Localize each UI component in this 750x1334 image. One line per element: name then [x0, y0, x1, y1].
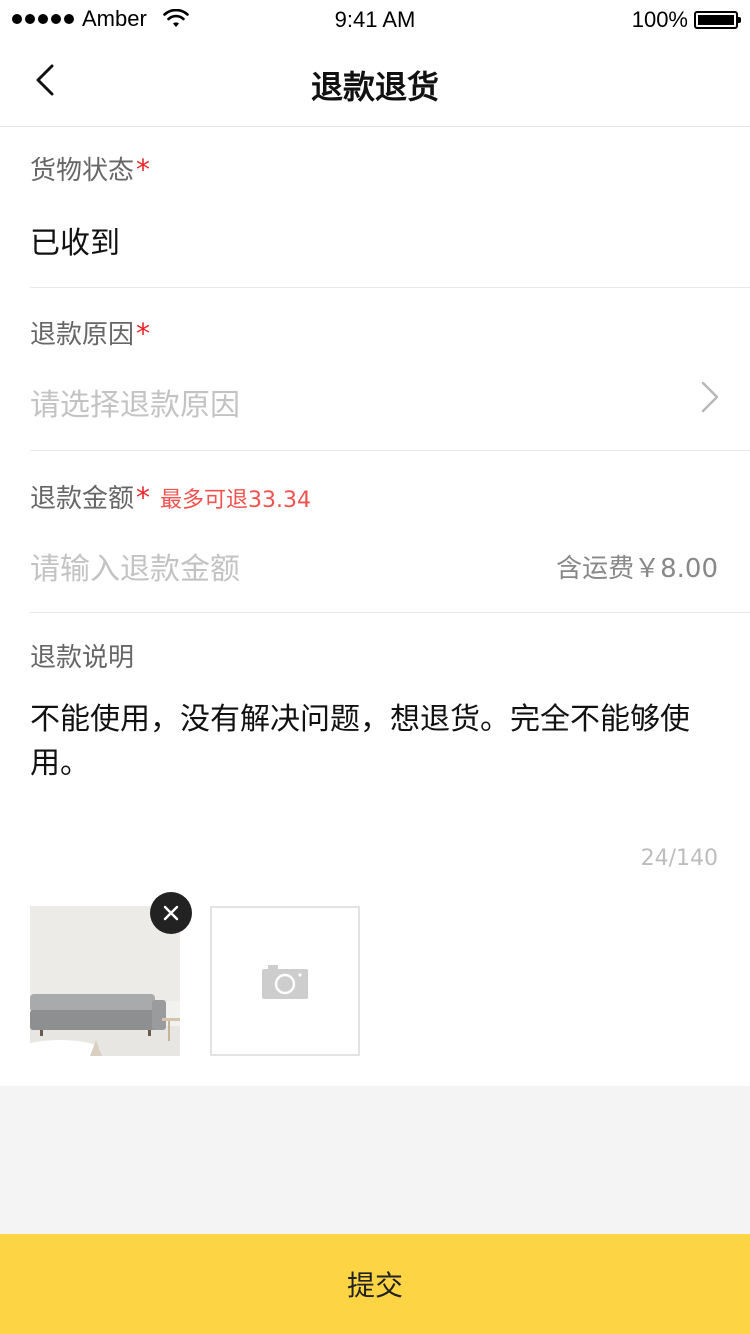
goods-status-label-row: 货物状态*	[30, 150, 750, 187]
add-photo-button[interactable]	[210, 906, 360, 1056]
goods-status-label: 货物状态	[30, 156, 135, 186]
page-title: 退款退货	[310, 68, 439, 106]
char-counter: 24/140	[640, 846, 718, 871]
required-mark: *	[136, 153, 151, 186]
status-right: 100%	[631, 7, 741, 33]
goods-status-value-row[interactable]: 已收到	[30, 218, 750, 262]
refund-explanation-label-row: 退款说明	[30, 637, 750, 674]
required-mark: *	[136, 481, 151, 514]
nav-bar: 退款退货	[0, 40, 750, 127]
refund-explanation-text[interactable]: 不能使用，没有解决问题，想退货。完全不能够使用。	[30, 698, 720, 786]
refund-amount-placeholder[interactable]: 请输入退款金额	[30, 552, 240, 587]
status-bar: Amber 9:41 AM 100%	[0, 0, 750, 40]
refund-explanation-textarea[interactable]: 不能使用，没有解决问题，想退货。完全不能够使用。	[30, 698, 750, 786]
bottom-spacer	[0, 1086, 750, 1234]
refund-amount-label-row: 退款金额* 最多可退33.34	[30, 478, 750, 515]
refund-amount-label: 退款金额	[30, 484, 135, 514]
battery-icon	[694, 11, 741, 29]
max-refund-hint: 最多可退33.34	[160, 488, 311, 513]
refund-reason-label: 退款原因	[30, 320, 135, 350]
divider	[30, 612, 750, 613]
close-icon	[163, 905, 179, 921]
refund-reason-select[interactable]: 请选择退款原因	[30, 380, 750, 423]
refund-reason-placeholder: 请选择退款原因	[30, 388, 240, 423]
freight-note: 含运费￥8.00	[556, 554, 718, 584]
refund-reason-label-row: 退款原因*	[30, 314, 750, 351]
refund-explanation-label: 退款说明	[30, 643, 135, 673]
required-mark: *	[136, 317, 151, 350]
remove-photo-button[interactable]	[150, 892, 192, 934]
camera-icon	[262, 965, 308, 999]
battery-percent: 100%	[631, 7, 688, 32]
submit-button[interactable]: 提交	[0, 1234, 750, 1334]
chevron-right-icon[interactable]	[700, 380, 720, 414]
divider	[30, 450, 750, 451]
goods-status-value[interactable]: 已收到	[30, 226, 120, 261]
divider	[30, 287, 750, 288]
